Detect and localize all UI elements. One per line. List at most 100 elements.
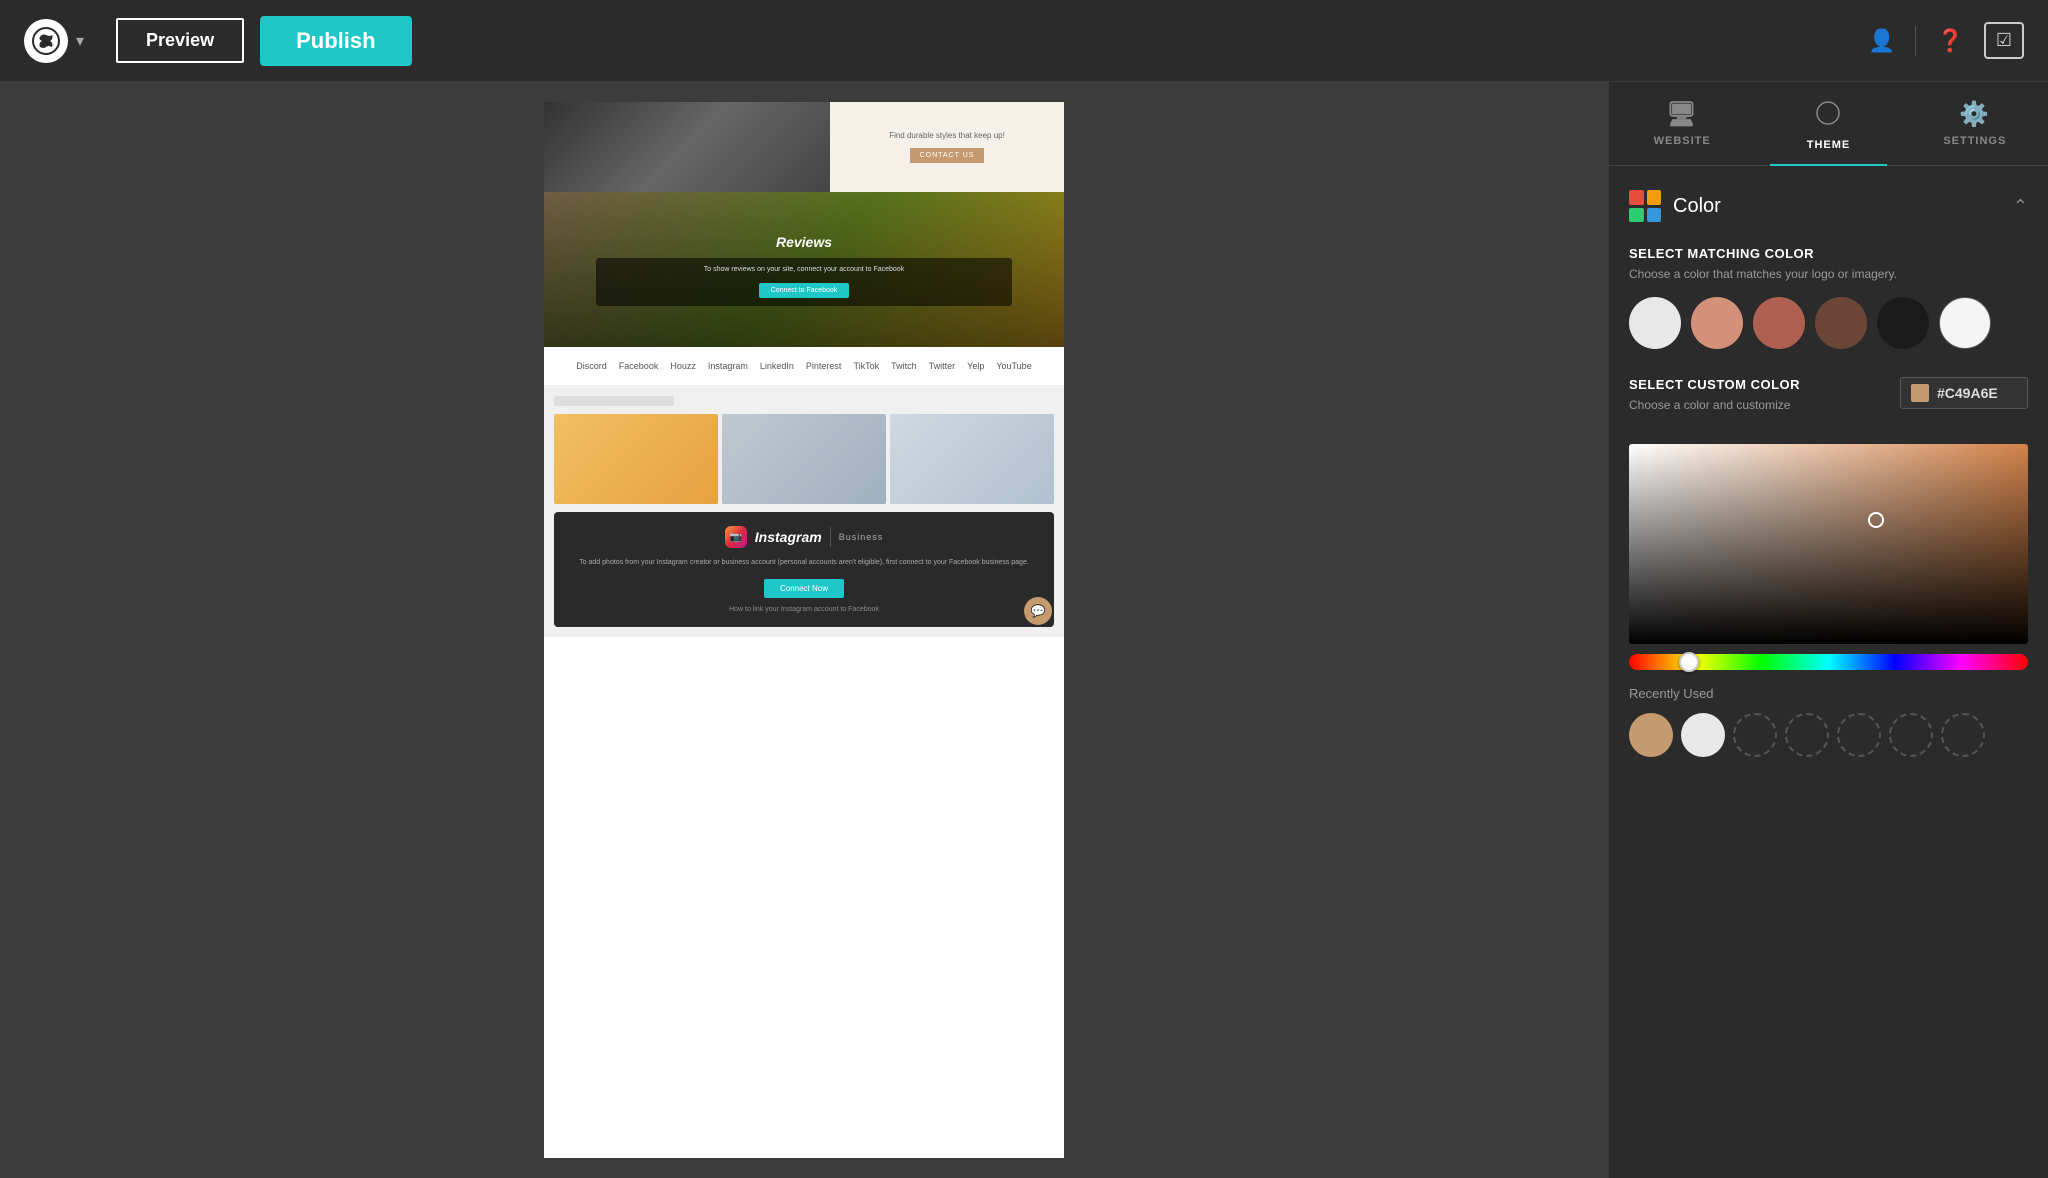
social-link-tiktok[interactable]: TikTok — [853, 361, 879, 371]
swatch-white[interactable] — [1939, 297, 1991, 349]
preview-reviews-overlay: Reviews To show reviews on your site, co… — [544, 192, 1064, 347]
recently-used-swatches — [1629, 713, 2028, 757]
recently-used-swatch-empty-5 — [1837, 713, 1881, 757]
topbar: ▾ Preview Publish 👤 ❓ ☑ — [0, 0, 2048, 82]
social-link-facebook[interactable]: Facebook — [619, 361, 659, 371]
recently-used-swatch-empty-7 — [1941, 713, 1985, 757]
social-link-houzz[interactable]: Houzz — [670, 361, 696, 371]
matching-color-swatches — [1629, 297, 2028, 349]
preview-ig-connect-button[interactable]: Connect Now — [764, 579, 844, 598]
website-preview: Find durable styles that keep up! CONTAC… — [544, 102, 1064, 1158]
logo-area: ▾ — [24, 19, 84, 63]
preview-instagram-cell-3 — [890, 414, 1054, 504]
settings-tab-label: SETTINGS — [1943, 135, 2006, 147]
theme-tab-icon — [1815, 100, 1841, 133]
recently-used-swatch-empty-6 — [1889, 713, 1933, 757]
checklist-button[interactable]: ☑ — [1984, 22, 2024, 59]
social-link-linkedin[interactable]: LinkedIn — [760, 361, 794, 371]
tab-theme[interactable]: THEME — [1755, 100, 1901, 165]
preview-connect-facebook-button[interactable]: Connect to Facebook — [759, 283, 850, 298]
color-picker-gradient[interactable] — [1629, 444, 2028, 644]
social-link-twitch[interactable]: Twitch — [891, 361, 917, 371]
matching-color-subtitle: Choose a color that matches your logo or… — [1629, 267, 2028, 281]
publish-button[interactable]: Publish — [260, 16, 411, 66]
recently-used-title: Recently Used — [1629, 686, 2028, 701]
preview-hero-content: Find durable styles that keep up! CONTAC… — [830, 102, 1064, 192]
social-link-pinterest[interactable]: Pinterest — [806, 361, 842, 371]
preview-hero-text: Find durable styles that keep up! — [889, 131, 1005, 140]
user-icon[interactable]: 👤 — [1868, 28, 1895, 54]
preview-hero-image-inner — [544, 102, 830, 192]
preview-button[interactable]: Preview — [116, 18, 244, 63]
custom-color-hex-input[interactable] — [1937, 385, 2017, 401]
panel-tabs: 🖥 WEBSITE THEME ⚙️ SETTINGS — [1609, 82, 2048, 166]
preview-ig-link-text[interactable]: How to link your Instagram account to Fa… — [574, 606, 1034, 613]
preview-social-links: Discord Facebook Houzz Instagram LinkedI… — [564, 361, 1044, 371]
tab-settings[interactable]: ⚙️ SETTINGS — [1902, 100, 2048, 165]
preview-chat-bubble[interactable]: 💬 — [1024, 597, 1052, 625]
social-link-instagram[interactable]: Instagram — [708, 361, 748, 371]
recently-used-swatch-empty-4 — [1785, 713, 1829, 757]
topbar-divider — [1915, 26, 1916, 56]
preview-ig-logo-icon: 📷 — [725, 526, 747, 548]
social-link-yelp[interactable]: Yelp — [967, 361, 984, 371]
color-picker-cursor — [1868, 512, 1884, 528]
preview-social-section: Discord Facebook Houzz Instagram LinkedI… — [544, 347, 1064, 386]
logo-icon — [24, 19, 68, 63]
color-picker-hue-slider[interactable] — [1629, 654, 2028, 670]
swatch-light-gray[interactable] — [1629, 297, 1681, 349]
preview-reviews-title: Reviews — [776, 234, 832, 250]
theme-tab-label: THEME — [1807, 139, 1851, 151]
color-grid-cell-blue — [1647, 208, 1662, 223]
custom-color-input-group[interactable] — [1900, 377, 2028, 409]
preview-instagram-card: 📷 Instagram Business To add photos from … — [554, 512, 1054, 627]
custom-color-title: SELECT CUSTOM COLOR — [1629, 377, 1800, 392]
preview-reviews-section: Reviews To show reviews on your site, co… — [544, 192, 1064, 347]
website-tab-label: WEBSITE — [1654, 135, 1711, 147]
hue-slider-cursor — [1679, 652, 1699, 672]
preview-contact-button[interactable]: CONTACT US — [910, 148, 985, 163]
logo-chevron-icon[interactable]: ▾ — [76, 31, 84, 51]
tab-website[interactable]: 🖥 WEBSITE — [1609, 100, 1755, 165]
panel-content: Color ⌃ SELECT MATCHING COLOR Choose a c… — [1609, 166, 2048, 1178]
main-layout: Find durable styles that keep up! CONTAC… — [0, 82, 2048, 1178]
swatch-dusty-rose[interactable] — [1753, 297, 1805, 349]
color-grid-icon — [1629, 190, 1661, 222]
social-link-youtube[interactable]: YouTube — [996, 361, 1031, 371]
social-link-twitter[interactable]: Twitter — [929, 361, 956, 371]
help-icon[interactable]: ❓ — [1936, 28, 1963, 54]
preview-ig-description: To add photos from your Instagram creato… — [574, 558, 1034, 569]
color-section-header: Color ⌃ — [1629, 190, 2028, 222]
preview-ig-business: Business — [839, 532, 884, 542]
recently-used-swatch-empty-3 — [1733, 713, 1777, 757]
topbar-icons: 👤 ❓ ☑ — [1868, 22, 2024, 59]
matching-color-title: SELECT MATCHING COLOR — [1629, 246, 2028, 261]
preview-ig-header-divider — [830, 527, 831, 547]
color-section-collapse-button[interactable]: ⌃ — [2013, 196, 2028, 217]
custom-color-row: SELECT CUSTOM COLOR Choose a color and c… — [1629, 377, 2028, 428]
color-section-left: Color — [1629, 190, 1721, 222]
preview-instagram-section: 📷 Instagram Business To add photos from … — [544, 386, 1064, 637]
recently-used-swatch-1[interactable] — [1629, 713, 1673, 757]
right-panel: 🖥 WEBSITE THEME ⚙️ SETTINGS — [1608, 82, 2048, 1178]
preview-ig-name: Instagram — [755, 529, 822, 545]
swatch-dark-brown[interactable] — [1815, 297, 1867, 349]
preview-instagram-cell-1 — [554, 414, 718, 504]
swatch-light-salmon[interactable] — [1691, 297, 1743, 349]
swatch-black[interactable] — [1877, 297, 1929, 349]
recently-used-swatch-2[interactable] — [1681, 713, 1725, 757]
color-picker-container[interactable] — [1629, 444, 2028, 670]
website-tab-icon: 🖥 — [1666, 100, 1697, 129]
custom-color-label-group: SELECT CUSTOM COLOR Choose a color and c… — [1629, 377, 1800, 428]
preview-instagram-cell-2 — [722, 414, 886, 504]
color-grid-cell-orange — [1647, 190, 1662, 205]
color-grid-cell-red — [1629, 190, 1644, 205]
preview-hero-section: Find durable styles that keep up! CONTAC… — [544, 102, 1064, 192]
preview-ig-header: 📷 Instagram Business — [574, 526, 1034, 548]
color-section-title: Color — [1673, 195, 1721, 218]
preview-instagram-grid — [554, 414, 1054, 504]
preview-instagram-title-bar — [554, 396, 674, 406]
custom-color-subtitle: Choose a color and customize — [1629, 398, 1800, 412]
social-link-discord[interactable]: Discord — [576, 361, 607, 371]
settings-tab-icon: ⚙️ — [1959, 100, 1990, 129]
